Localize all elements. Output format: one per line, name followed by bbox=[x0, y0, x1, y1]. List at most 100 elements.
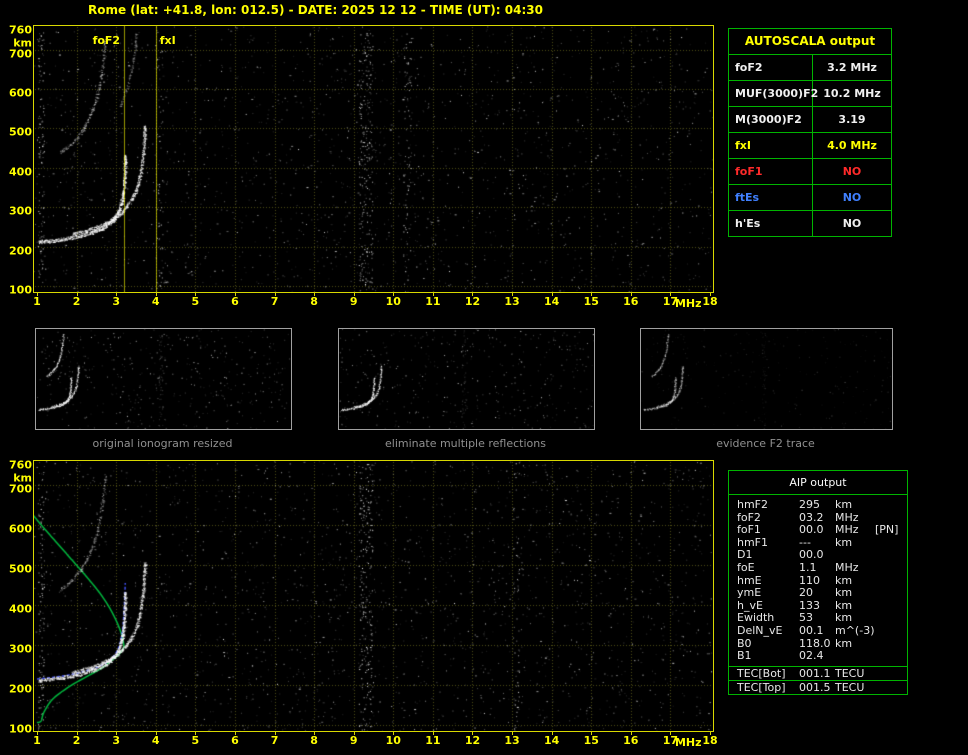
plot-top-canvas bbox=[33, 25, 714, 293]
x-tick-label: 12 bbox=[464, 734, 481, 747]
aip-tec-value: 001.1 bbox=[799, 666, 831, 680]
x-tick-mark bbox=[512, 293, 514, 296]
y-tick-label: 200 bbox=[9, 244, 32, 258]
x-tick-label: 18 bbox=[702, 295, 718, 308]
x-tick-mark bbox=[393, 293, 395, 296]
aip-row-D1: D1 00.0 bbox=[737, 549, 907, 562]
aip-param-unit: km bbox=[835, 498, 853, 511]
autoscala-row-M(3000)F2: M(3000)F2 3.19 bbox=[729, 107, 891, 133]
x-tick-label: 2 bbox=[72, 295, 81, 308]
x-tick-mark bbox=[353, 293, 355, 296]
marker-label-foF2: foF2 bbox=[92, 34, 121, 47]
x-tick-mark bbox=[512, 732, 514, 735]
autoscala-output-table: AUTOSCALA output foF2 3.2 MHz MUF(3000)F2 1… bbox=[728, 28, 892, 237]
autoscala-row-ftEs: ftEs NO bbox=[729, 185, 891, 211]
aip-param-unit: MHz bbox=[835, 523, 859, 537]
x-tick-label: 8 bbox=[310, 295, 318, 308]
y-tick-label: 200 bbox=[9, 682, 32, 696]
aip-param-note: [PN] bbox=[875, 523, 899, 537]
x-tick-label: 15 bbox=[583, 734, 599, 747]
thumbnail-caption-eliminate: eliminate multiple reflections bbox=[385, 437, 546, 450]
aip-tec-row-TEC[Bot]: TEC[Bot] 001.1 TECU bbox=[729, 667, 907, 680]
x-tick-label: 7 bbox=[270, 295, 279, 308]
aip-tec-rows: TEC[Bot] 001.1 TECU TEC[Top] 001.5 TECU bbox=[729, 665, 907, 694]
x-tick-mark bbox=[274, 293, 276, 296]
autoscala-output-rows: foF2 3.2 MHz MUF(3000)F2 10.2 MHz M(3000)F2 3… bbox=[729, 55, 891, 236]
autoscala-param-value: NO bbox=[842, 191, 862, 204]
y-axis-unit: km bbox=[13, 36, 32, 50]
x-tick-label: 4 bbox=[151, 734, 160, 747]
aip-param-label: hmF2 bbox=[737, 498, 769, 511]
x-tick-mark bbox=[274, 732, 276, 735]
aip-row-foF1: foF1 00.0 MHz [PN] bbox=[737, 524, 907, 537]
x-tick-mark bbox=[432, 293, 434, 296]
x-tick-label: 13 bbox=[504, 734, 520, 747]
station-title: Rome (lat: +41.8, lon: 012.5) - DATE: 20… bbox=[88, 3, 543, 17]
x-tick-mark bbox=[670, 293, 672, 296]
x-tick-mark bbox=[195, 732, 197, 735]
aip-tec-row-TEC[Top]: TEC[Top] 001.5 TECU bbox=[729, 679, 907, 694]
aip-row-ymE: ymE 20 km bbox=[737, 587, 907, 600]
x-tick-label: 10 bbox=[385, 295, 401, 308]
aip-tec-label: TEC[Top] bbox=[737, 680, 786, 694]
x-tick-label: 11 bbox=[425, 295, 441, 308]
x-tick-mark bbox=[591, 732, 593, 735]
aip-param-note bbox=[875, 650, 907, 663]
autoscala-screen: Rome (lat: +41.8, lon: 012.5) - DATE: 20… bbox=[0, 0, 968, 755]
autoscala-output-header: AUTOSCALA output bbox=[729, 29, 891, 55]
thumbnail-caption-original: original ionogram resized bbox=[92, 437, 233, 450]
aip-param-note bbox=[875, 625, 907, 638]
y-tick-label: 500 bbox=[9, 562, 32, 576]
y-tick-label: 100 bbox=[9, 283, 32, 297]
x-tick-mark bbox=[116, 732, 118, 735]
x-tick-label: 12 bbox=[464, 295, 481, 308]
aip-param-value: 00.0 bbox=[799, 523, 824, 537]
aip-param-value: 02.4 bbox=[799, 649, 824, 663]
x-tick-label: 16 bbox=[623, 734, 639, 747]
y-axis-unit: km bbox=[13, 471, 32, 485]
y-tick-label: 600 bbox=[9, 86, 32, 100]
autoscala-param-label: foF2 bbox=[729, 55, 813, 80]
aip-row-DelN_vE: DelN_vE 00.1 m^(-3) bbox=[737, 623, 907, 638]
x-tick-mark bbox=[472, 732, 474, 735]
x-tick-label: 14 bbox=[543, 734, 560, 747]
aip-param-label: foE bbox=[737, 560, 755, 574]
x-tick-label: 3 bbox=[112, 734, 120, 747]
x-tick-mark bbox=[76, 293, 78, 296]
aip-param-note bbox=[875, 499, 907, 512]
aip-param-label: foF1 bbox=[737, 523, 761, 537]
x-tick-label: 4 bbox=[151, 295, 160, 308]
x-tick-mark bbox=[551, 732, 553, 735]
aip-param-value: 1.1 bbox=[799, 560, 817, 574]
aip-param-value: 295 bbox=[799, 498, 820, 511]
x-tick-mark bbox=[37, 293, 38, 296]
y-tick-label: 700 bbox=[9, 47, 32, 61]
x-tick-label: 1 bbox=[33, 734, 41, 747]
thumbnail-original-ionogram bbox=[35, 328, 292, 430]
aip-param-label: DelN_vE bbox=[737, 623, 783, 637]
aip-param-note bbox=[875, 612, 907, 625]
aip-param-note bbox=[875, 587, 907, 600]
x-axis-unit: MHz bbox=[674, 736, 702, 749]
restored-ionogram-plot: 1 2 3 4 5 6 7 8 9 10 11 12 13 14 15 16 17 18 MHz 760 700 600 5… bbox=[6, 460, 724, 755]
y-tick-label: 700 bbox=[9, 482, 32, 496]
x-tick-mark bbox=[314, 293, 316, 296]
aip-param-unit: MHz bbox=[835, 560, 859, 574]
x-tick-mark bbox=[591, 293, 593, 296]
x-tick-mark bbox=[314, 732, 316, 735]
x-tick-mark bbox=[630, 732, 632, 735]
autoscala-param-label: fxI bbox=[729, 133, 813, 158]
x-tick-mark bbox=[155, 293, 157, 296]
aip-param-value: 20 bbox=[799, 586, 813, 600]
autoscala-param-label: M(3000)F2 bbox=[729, 107, 813, 132]
aip-row-hmF2: hmF2 295 km bbox=[737, 498, 907, 512]
autoscala-param-label: foF1 bbox=[729, 159, 813, 184]
x-tick-label: 11 bbox=[425, 734, 441, 747]
autoscala-param-label: MUF(3000)F2 bbox=[729, 81, 818, 106]
autoscala-row-foF2: foF2 3.2 MHz bbox=[729, 55, 891, 81]
x-tick-label: 1 bbox=[33, 295, 41, 308]
y-tick-label: 760 bbox=[9, 23, 32, 37]
aip-row-B1: B1 02.4 bbox=[737, 650, 907, 663]
y-tick-label: 600 bbox=[9, 522, 32, 536]
x-axis-unit: MHz bbox=[674, 297, 702, 310]
